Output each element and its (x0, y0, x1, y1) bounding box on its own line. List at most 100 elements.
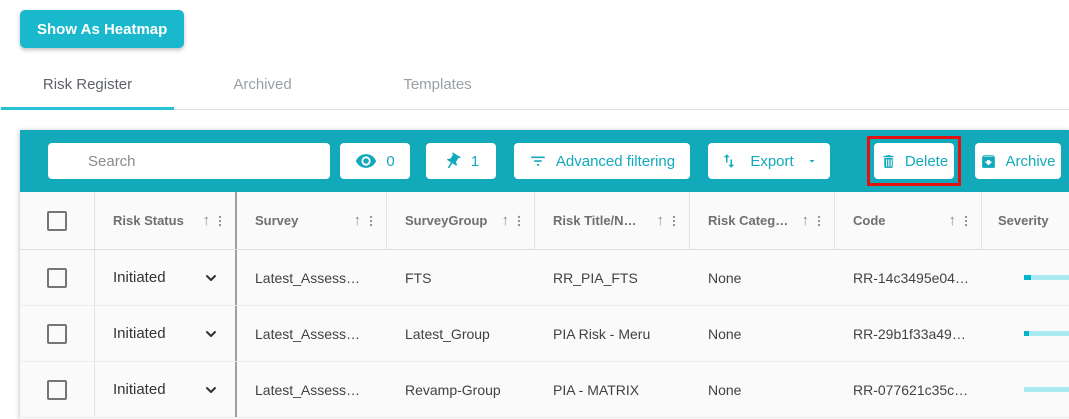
severity-cell (982, 306, 1069, 361)
row-checkbox-cell (20, 362, 95, 417)
header-severity: Severity (982, 192, 1069, 249)
risk-category-cell: None (690, 306, 835, 361)
show-as-heatmap-button[interactable]: Show As Heatmap (20, 10, 184, 48)
tab-archived-label: Archived (233, 76, 291, 93)
risk-status-value: Initiated (113, 269, 166, 286)
chevron-down-icon (806, 155, 818, 167)
header-severity-label: Severity (998, 213, 1049, 228)
tab-archived[interactable]: Archived (175, 60, 350, 109)
pinned-columns-button[interactable]: 1 (426, 143, 496, 179)
table-toolbar: 0 1 Advanced filtering Export (20, 130, 1069, 192)
column-menu-icon[interactable] (959, 214, 973, 228)
sort-arrow-icon[interactable]: ↑ (949, 213, 957, 228)
header-risk-category: Risk Categ… ↑ (690, 192, 835, 249)
filter-icon (529, 152, 547, 170)
export-label: Export (750, 153, 793, 170)
header-survey: Survey ↑ (237, 192, 387, 249)
survey-group-cell: Latest_Group (387, 306, 535, 361)
export-button[interactable]: Export (708, 143, 830, 179)
risk-register-panel: 0 1 Advanced filtering Export (20, 130, 1069, 419)
risk-status-dropdown[interactable]: Initiated (95, 362, 237, 417)
code-cell: RR-077621c35c… (835, 362, 982, 417)
severity-bar (1024, 275, 1069, 280)
header-survey-group-label: SurveyGroup (405, 213, 487, 228)
table-row: Initiated Latest_Assess… Latest_Group PI… (20, 306, 1069, 362)
pin-icon (439, 148, 465, 174)
survey-cell: Latest_Assess… (237, 306, 387, 361)
search-input[interactable] (48, 143, 330, 179)
sort-arrow-icon[interactable]: ↑ (502, 213, 510, 228)
sort-arrow-icon[interactable]: ↑ (802, 213, 810, 228)
risk-status-dropdown[interactable]: Initiated (95, 306, 237, 361)
table-row: Initiated Latest_Assess… FTS RR_PIA_FTS … (20, 250, 1069, 306)
delete-highlight-annotation: Delete (867, 136, 961, 186)
delete-button[interactable]: Delete (874, 143, 954, 179)
visibility-count: 0 (386, 153, 394, 170)
tab-risk-register[interactable]: Risk Register (0, 60, 175, 109)
severity-cell (982, 250, 1069, 305)
import-export-icon (720, 152, 738, 170)
visibility-button[interactable]: 0 (340, 143, 410, 179)
column-menu-icon[interactable] (364, 214, 378, 228)
sort-arrow-icon[interactable]: ↑ (354, 213, 362, 228)
header-checkbox-cell (20, 192, 95, 249)
archive-icon (980, 153, 997, 170)
row-checkbox[interactable] (47, 380, 67, 400)
pinned-count: 1 (471, 153, 479, 170)
column-menu-icon[interactable] (213, 214, 227, 228)
risk-category-cell: None (690, 250, 835, 305)
survey-cell: Latest_Assess… (237, 362, 387, 417)
severity-bar-fill (1024, 331, 1029, 336)
advanced-filtering-label: Advanced filtering (556, 153, 675, 170)
header-code: Code ↑ (835, 192, 982, 249)
severity-cell (982, 362, 1069, 417)
eye-icon (355, 150, 377, 172)
trash-icon (880, 153, 897, 170)
column-menu-icon[interactable] (512, 214, 526, 228)
header-risk-status: Risk Status ↑ (95, 192, 237, 249)
risk-status-dropdown[interactable]: Initiated (95, 250, 237, 305)
active-tab-underline (1, 107, 174, 110)
risk-title-cell: PIA Risk - Meru (535, 306, 690, 361)
risk-title-cell: RR_PIA_FTS (535, 250, 690, 305)
severity-bar-fill (1024, 275, 1031, 280)
risk-category-cell: None (690, 362, 835, 417)
header-risk-title-label: Risk Title/N… (553, 213, 637, 228)
sort-arrow-icon[interactable]: ↑ (657, 213, 665, 228)
tab-templates-label: Templates (403, 76, 471, 93)
archive-label: Archive (1005, 153, 1055, 170)
delete-label: Delete (905, 153, 948, 170)
column-menu-icon[interactable] (667, 214, 681, 228)
sort-arrow-icon[interactable]: ↑ (203, 213, 211, 228)
tab-bar: Risk Register Archived Templates (0, 60, 1069, 110)
header-risk-status-label: Risk Status (113, 213, 184, 228)
header-survey-group: SurveyGroup ↑ (387, 192, 535, 249)
column-menu-icon[interactable] (812, 214, 826, 228)
risk-status-value: Initiated (113, 325, 166, 342)
row-checkbox[interactable] (47, 268, 67, 288)
survey-cell: Latest_Assess… (237, 250, 387, 305)
advanced-filtering-button[interactable]: Advanced filtering (514, 143, 690, 179)
header-risk-title: Risk Title/N… ↑ (535, 192, 690, 249)
severity-bar (1024, 331, 1069, 336)
chevron-down-icon (203, 326, 219, 342)
tab-risk-register-label: Risk Register (43, 76, 132, 93)
row-checkbox-cell (20, 250, 95, 305)
header-survey-label: Survey (255, 213, 298, 228)
table-header-row: Risk Status ↑ Survey ↑ SurveyGroup ↑ (20, 192, 1069, 250)
archive-button[interactable]: Archive (975, 143, 1061, 179)
header-risk-category-label: Risk Categ… (708, 213, 788, 228)
select-all-checkbox[interactable] (47, 211, 67, 231)
code-cell: RR-29b1f33a49… (835, 306, 982, 361)
table-row: Initiated Latest_Assess… Revamp-Group PI… (20, 362, 1069, 418)
row-checkbox[interactable] (47, 324, 67, 344)
survey-group-cell: FTS (387, 250, 535, 305)
header-code-label: Code (853, 213, 886, 228)
code-cell: RR-14c3495e04… (835, 250, 982, 305)
risk-title-cell: PIA - MATRIX (535, 362, 690, 417)
risk-status-value: Initiated (113, 381, 166, 398)
severity-bar (1024, 387, 1069, 392)
tab-templates[interactable]: Templates (350, 60, 525, 109)
chevron-down-icon (203, 270, 219, 286)
survey-group-cell: Revamp-Group (387, 362, 535, 417)
